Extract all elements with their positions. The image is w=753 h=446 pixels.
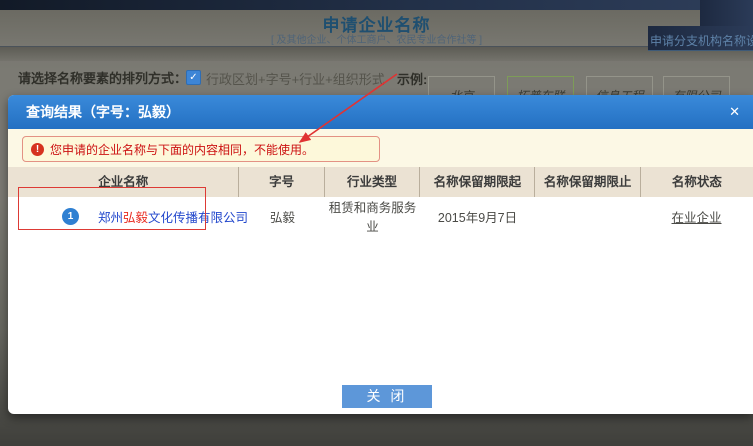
warning-text: 您申请的企业名称与下面的内容相同，不能使用。 xyxy=(50,141,314,158)
industry-cell: 租赁和商务服务业 xyxy=(325,197,420,235)
table-header: 企业名称 字号 行业类型 名称保留期限起 名称保留期限止 名称状态 xyxy=(8,167,753,197)
arrange-mode-label: 请选择名称要素的排列方式： xyxy=(18,68,187,87)
table-row: 1 郑州弘毅文化传播有限公司 弘毅 租赁和商务服务业 2015年9月7日 在业企… xyxy=(8,197,753,235)
arrange-mode-checkbox[interactable]: ✓ xyxy=(186,70,201,85)
close-icon[interactable]: ✕ xyxy=(729,95,740,129)
col-header-industry: 行业类型 xyxy=(324,167,419,197)
company-name-suffix: 文化传播有限公司 xyxy=(148,211,248,225)
modal-title: 查询结果（字号：弘毅） xyxy=(26,95,180,129)
col-header-company-name: 企业名称 xyxy=(8,167,238,197)
trade-name-cell: 弘毅 xyxy=(240,207,325,226)
top-navy-bar xyxy=(0,0,753,10)
col-header-reserve-start: 名称保留期限起 xyxy=(419,167,534,197)
col-header-trade-name: 字号 xyxy=(238,167,323,197)
warning-icon: ! xyxy=(31,143,44,156)
warning-strip: ! 您申请的企业名称与下面的内容相同，不能使用。 xyxy=(8,129,753,167)
page-header-sub-band xyxy=(0,47,753,61)
page-subtitle: [ 及其他企业、个体工商户、农民专业合作社等 ] xyxy=(0,31,753,46)
warning-box: ! 您申请的企业名称与下面的内容相同，不能使用。 xyxy=(22,136,380,162)
company-name-prefix: 郑州 xyxy=(98,211,123,225)
company-name-highlight: 弘毅 xyxy=(123,211,148,225)
close-button[interactable]: 关 闭 xyxy=(342,385,432,408)
query-result-modal: 查询结果（字号：弘毅） ✕ ! 您申请的企业名称与下面的内容相同，不能使用。 企… xyxy=(8,95,753,414)
col-header-status: 名称状态 xyxy=(640,167,753,197)
status-cell: 在业企业 xyxy=(640,207,753,226)
branch-name-link[interactable]: 申请分支机构名称设 xyxy=(650,32,753,49)
check-icon: ✓ xyxy=(189,72,197,83)
company-name-cell: 1 郑州弘毅文化传播有限公司 xyxy=(8,207,240,226)
row-index-badge: 1 xyxy=(62,208,79,225)
example-label: 示例: xyxy=(397,69,427,88)
arrange-mode-option-label: 行政区划+字号+行业+组织形式 xyxy=(206,69,385,88)
reserve-start-cell: 2015年9月7日 xyxy=(420,207,535,226)
company-name-link[interactable]: 郑州弘毅文化传播有限公司 xyxy=(98,207,248,226)
modal-header: 查询结果（字号：弘毅） ✕ xyxy=(8,95,753,129)
col-header-reserve-end: 名称保留期限止 xyxy=(534,167,639,197)
screen: 申请企业名称 [ 及其他企业、个体工商户、农民专业合作社等 ] 申请分支机构名称… xyxy=(0,0,753,446)
status-link[interactable]: 在业企业 xyxy=(671,211,721,225)
